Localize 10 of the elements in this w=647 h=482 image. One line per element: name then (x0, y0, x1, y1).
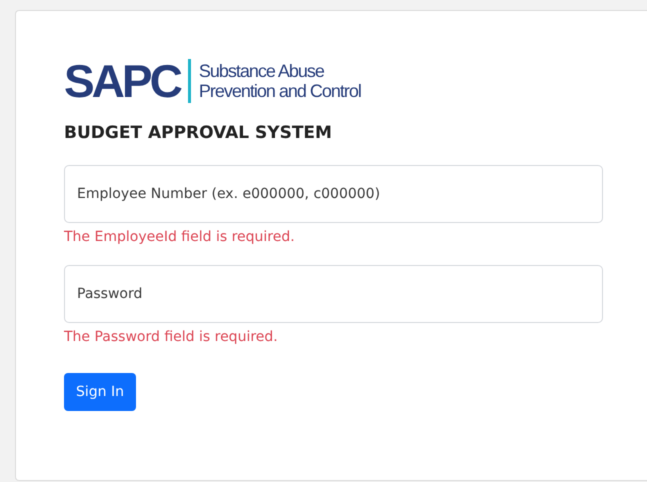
logo-subtitle: Prevention and Control (198, 81, 361, 101)
logo-mark: SAPC (64, 58, 180, 104)
password-field[interactable]: Password (64, 265, 603, 323)
sign-in-button[interactable]: Sign In (64, 373, 136, 411)
logo-subtitle: Substance Abuse (198, 61, 325, 81)
system-title: BUDGET APPROVAL SYSTEM (64, 123, 333, 143)
validation-error: The EmployeeId field is required. (64, 229, 296, 245)
logo-divider (188, 59, 191, 103)
employee-number-field[interactable]: Employee Number (ex. e000000, c000000) (64, 165, 603, 223)
validation-error: The Password field is required. (64, 329, 279, 345)
